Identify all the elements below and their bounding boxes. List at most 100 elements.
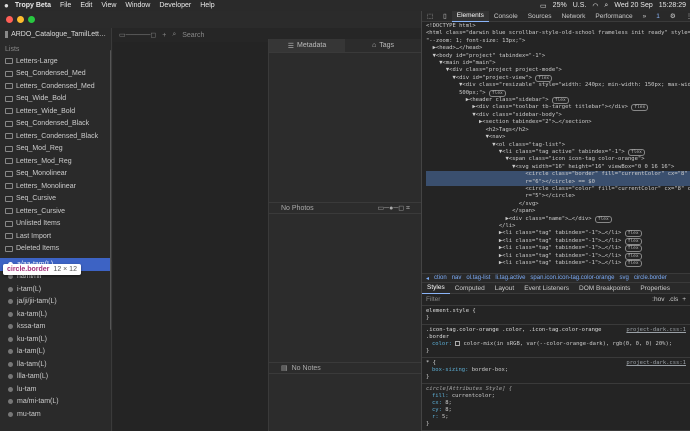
dom-node[interactable]: </span> [426,208,690,215]
battery-icon[interactable]: ▭ [540,2,547,10]
menu-edit[interactable]: Edit [80,2,92,9]
flex-badge[interactable]: flex [624,252,642,260]
breadcrumb-item[interactable]: nav [452,275,462,281]
sidebar-scrollbar[interactable] [110,50,111,330]
crumb-left-icon[interactable]: ◂ [426,275,429,282]
dom-node[interactable]: ▶<div class="name">…</div> flex [426,215,690,223]
list-item[interactable]: Letters_Wide_Bold [0,105,111,118]
tab-network[interactable]: Network [557,11,591,22]
tag-item[interactable]: lu-tam [0,383,111,396]
close-window-button[interactable] [6,16,13,23]
tag-item[interactable]: i-tam(L) [0,283,111,296]
color-swatch[interactable] [455,341,461,346]
unlisted-items[interactable]: Unlisted Items [0,218,111,231]
dom-node[interactable]: ▶<li class="tag" tabindex="-1">…</li> fl… [426,230,690,238]
menu-window[interactable]: Window [125,2,150,9]
flex-badge[interactable]: flex [488,89,506,97]
flex-badge[interactable]: flex [551,97,569,105]
dom-node[interactable]: <html class="darwin blue scrollbar-style… [426,30,690,37]
search-icon[interactable]: ⌕ [604,2,608,10]
breadcrumb-item[interactable]: ol.tag-list [466,275,490,281]
list-item[interactable]: Letters_Condensed_Med [0,80,111,93]
dom-node[interactable]: ▼<main id="main"> [426,60,690,67]
last-import[interactable]: Last Import [0,230,111,243]
list-item[interactable]: Letters-Large [0,55,111,68]
tab-console[interactable]: Console [489,11,523,22]
tag-item[interactable]: mu-tam [0,408,111,421]
deleted-items[interactable]: Deleted Items [0,243,111,256]
rule-property[interactable]: box-sizing: border-box; [426,367,686,374]
list-item[interactable]: Seq_Mod_Reg [0,143,111,156]
maximize-window-button[interactable] [28,16,35,23]
flex-badge[interactable]: flex [624,237,642,245]
add-item-icon[interactable]: + [162,32,166,39]
list-item[interactable]: Letters_Condensed_Black [0,130,111,143]
dom-node[interactable]: ▶<li class="tag" tabindex="-1">…</li> fl… [426,260,690,267]
list-item[interactable]: Letters_Mod_Reg [0,155,111,168]
zoom-slider[interactable]: ▭─────◻ [119,31,156,39]
dom-node[interactable]: <circle class="color" fill="currentColor… [426,186,690,193]
flex-badge[interactable]: flex [624,245,642,253]
styles-filter-input[interactable]: Filter [426,296,440,303]
dom-node[interactable]: ▼<li class="tag active" tabindex="-1"> f… [426,148,690,156]
wifi-icon[interactable]: ◠ [592,2,598,10]
flex-badge[interactable]: flex [624,260,642,267]
dom-node[interactable]: ▶<li class="tag" tabindex="-1">…</li> fl… [426,252,690,260]
input-source[interactable]: U.S. [573,2,587,9]
flex-badge[interactable]: flex [624,230,642,238]
settings-gear-icon[interactable]: ⚙ [665,11,681,22]
project-item[interactable]: ARDO_Catalogue_TamilLett… [0,28,111,41]
list-item[interactable]: Letters_Monolinear [0,180,111,193]
styles-tab[interactable]: DOM Breakpoints [574,283,635,294]
list-item[interactable]: Seq_Monolinear [0,168,111,181]
rule-property[interactable]: color: color-mix(in sRGB, var(--color-or… [426,341,686,348]
styles-tab[interactable]: Layout [490,283,520,294]
list-item[interactable]: Seq_Condensed_Black [0,118,111,131]
dom-node[interactable]: r="5"></circle> [426,193,690,200]
styles-tab[interactable]: Properties [635,283,675,294]
tag-item[interactable]: la-tam(L) [0,346,111,359]
menu-file[interactable]: File [60,2,71,9]
dom-node[interactable]: ▶<li class="tag" tabindex="-1">…</li> fl… [426,237,690,245]
rule-property[interactable]: r: 5; [426,414,686,421]
rule-property[interactable]: cy: 8; [426,407,686,414]
minimize-window-button[interactable] [17,16,24,23]
class-toggle[interactable]: .cls [668,296,678,303]
dom-node[interactable]: <!DOCTYPE html> [426,23,690,30]
menu-help[interactable]: Help [200,2,214,9]
menu-view[interactable]: View [101,2,116,9]
dom-node[interactable]: ▼<ol class="tag-list"> [426,142,690,149]
dom-node[interactable]: ▼<div class="sidebar-body"> [426,112,690,119]
dom-node[interactable]: ▶<li class="tag" tabindex="-1">…</li> fl… [426,245,690,253]
kebab-menu-icon[interactable]: ⋮ [681,11,690,22]
dom-node[interactable]: "--zoom: 1; font-size: 13px;"> [426,38,690,45]
dom-node[interactable]: </svg> [426,201,690,208]
dom-node[interactable]: ▼<body id="project" tabindex="-1"> [426,53,690,60]
more-tabs-icon[interactable]: » [638,11,652,22]
rule-source-link[interactable]: project-dark.css:1 [626,360,686,367]
list-item[interactable]: Seq_Wide_Bold [0,93,111,106]
new-rule-button[interactable]: + [682,296,686,303]
dom-node[interactable]: <h2>Tags</h2> [426,127,690,134]
tag-item[interactable]: ja/ji/jii-tam(L) [0,296,111,309]
breadcrumb-item[interactable]: li.tag.active [495,275,525,281]
tag-item[interactable]: ku-tam(L) [0,333,111,346]
tab-elements[interactable]: Elements [451,10,489,22]
flex-badge[interactable]: flex [628,148,645,156]
tag-item[interactable]: ka-tam(L) [0,308,111,321]
rule-property[interactable]: cx: 8; [426,400,686,407]
tab-performance[interactable]: Performance [590,11,637,22]
rule-source-link[interactable]: project-dark.css:1 [626,327,686,334]
device-icon[interactable]: ▯ [438,11,452,22]
dom-node[interactable]: ▼<div class="project project-mode"> [426,67,690,74]
dom-node[interactable]: <circle class="border" fill="currentColo… [426,171,690,179]
dom-node[interactable]: </li> [426,223,690,230]
styles-tab[interactable]: Event Listeners [519,283,574,294]
list-item[interactable]: Seq_Cursive [0,193,111,206]
styles-tab[interactable]: Styles [422,283,450,294]
dom-node[interactable]: ▼<nav> [426,134,690,141]
dom-node[interactable]: r="6"></circle> == $0 [426,178,690,186]
dom-node[interactable]: 500px;"> flex [426,89,690,97]
flex-badge[interactable]: flex [631,104,649,112]
dom-node[interactable]: ▶<section tabindex="2">…</section> [426,119,690,126]
